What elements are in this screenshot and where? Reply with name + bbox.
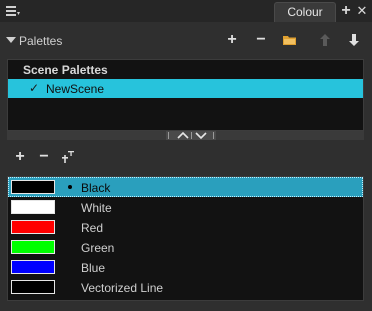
swatch-row[interactable]: Blue [8, 257, 363, 277]
palettes-label[interactable]: Palettes [19, 34, 62, 48]
tab-colour[interactable]: Colour [274, 2, 336, 22]
swatch-label: White [81, 201, 112, 215]
remove-colour-button[interactable]: − [35, 148, 53, 166]
swatch-row[interactable]: Black [8, 177, 363, 197]
rename-icon [61, 151, 75, 168]
chevron-up-icon [177, 131, 189, 139]
splitter-handle[interactable] [166, 131, 216, 140]
swatch-row[interactable]: Vectorized Line [8, 277, 363, 297]
panel-footer [0, 303, 372, 311]
arrow-down-icon [349, 33, 359, 50]
close-panel-button[interactable]: ✕ [354, 2, 370, 20]
colour-swatch [11, 240, 55, 254]
checkmark-icon: ✓ [29, 81, 40, 95]
current-colour-dot-icon [68, 185, 72, 189]
add-colour-button[interactable]: + [11, 148, 29, 166]
palette-item[interactable]: ✓ NewScene [8, 79, 363, 98]
palette-group-header: Scene Palettes [23, 63, 108, 77]
import-palette-button[interactable] [281, 31, 299, 49]
palette-list[interactable]: Scene Palettes ✓ NewScene [7, 59, 364, 131]
swatch-row[interactable]: Green [8, 237, 363, 257]
colour-swatch [11, 280, 55, 294]
swatch-row[interactable]: White [8, 197, 363, 217]
panel-title-bar: Colour + ✕ [0, 0, 372, 22]
colour-swatch [11, 260, 55, 274]
move-palette-up-button[interactable] [316, 31, 334, 49]
panel-splitter[interactable] [7, 131, 364, 140]
hamburger-menu-icon[interactable] [6, 5, 20, 17]
swatch-label: Red [81, 221, 104, 235]
colour-swatch [11, 200, 55, 214]
palette-item-label: NewScene [46, 82, 105, 96]
colour-toolbar: + − [0, 140, 372, 174]
chevron-down-icon [195, 132, 207, 140]
swatch-label: Black [81, 181, 111, 195]
rename-colour-button[interactable] [59, 148, 77, 166]
remove-palette-button[interactable]: − [252, 31, 270, 49]
colour-swatch [11, 180, 55, 194]
palettes-section-header: Palettes + − [0, 22, 372, 58]
swatch-row[interactable]: Red [8, 217, 363, 237]
colour-swatch [11, 220, 55, 234]
colour-swatch-list[interactable]: Black White Red Green Blue Vectorized Li… [7, 176, 364, 301]
swatch-label: Green [81, 241, 115, 255]
add-palette-button[interactable]: + [223, 31, 241, 49]
add-tab-button[interactable]: + [338, 2, 354, 20]
collapse-triangle-icon[interactable] [6, 37, 16, 43]
move-palette-down-button[interactable] [345, 31, 363, 49]
folder-icon [283, 33, 297, 50]
arrow-up-icon [320, 33, 330, 50]
swatch-label: Blue [81, 261, 106, 275]
swatch-label: Vectorized Line [81, 281, 164, 295]
